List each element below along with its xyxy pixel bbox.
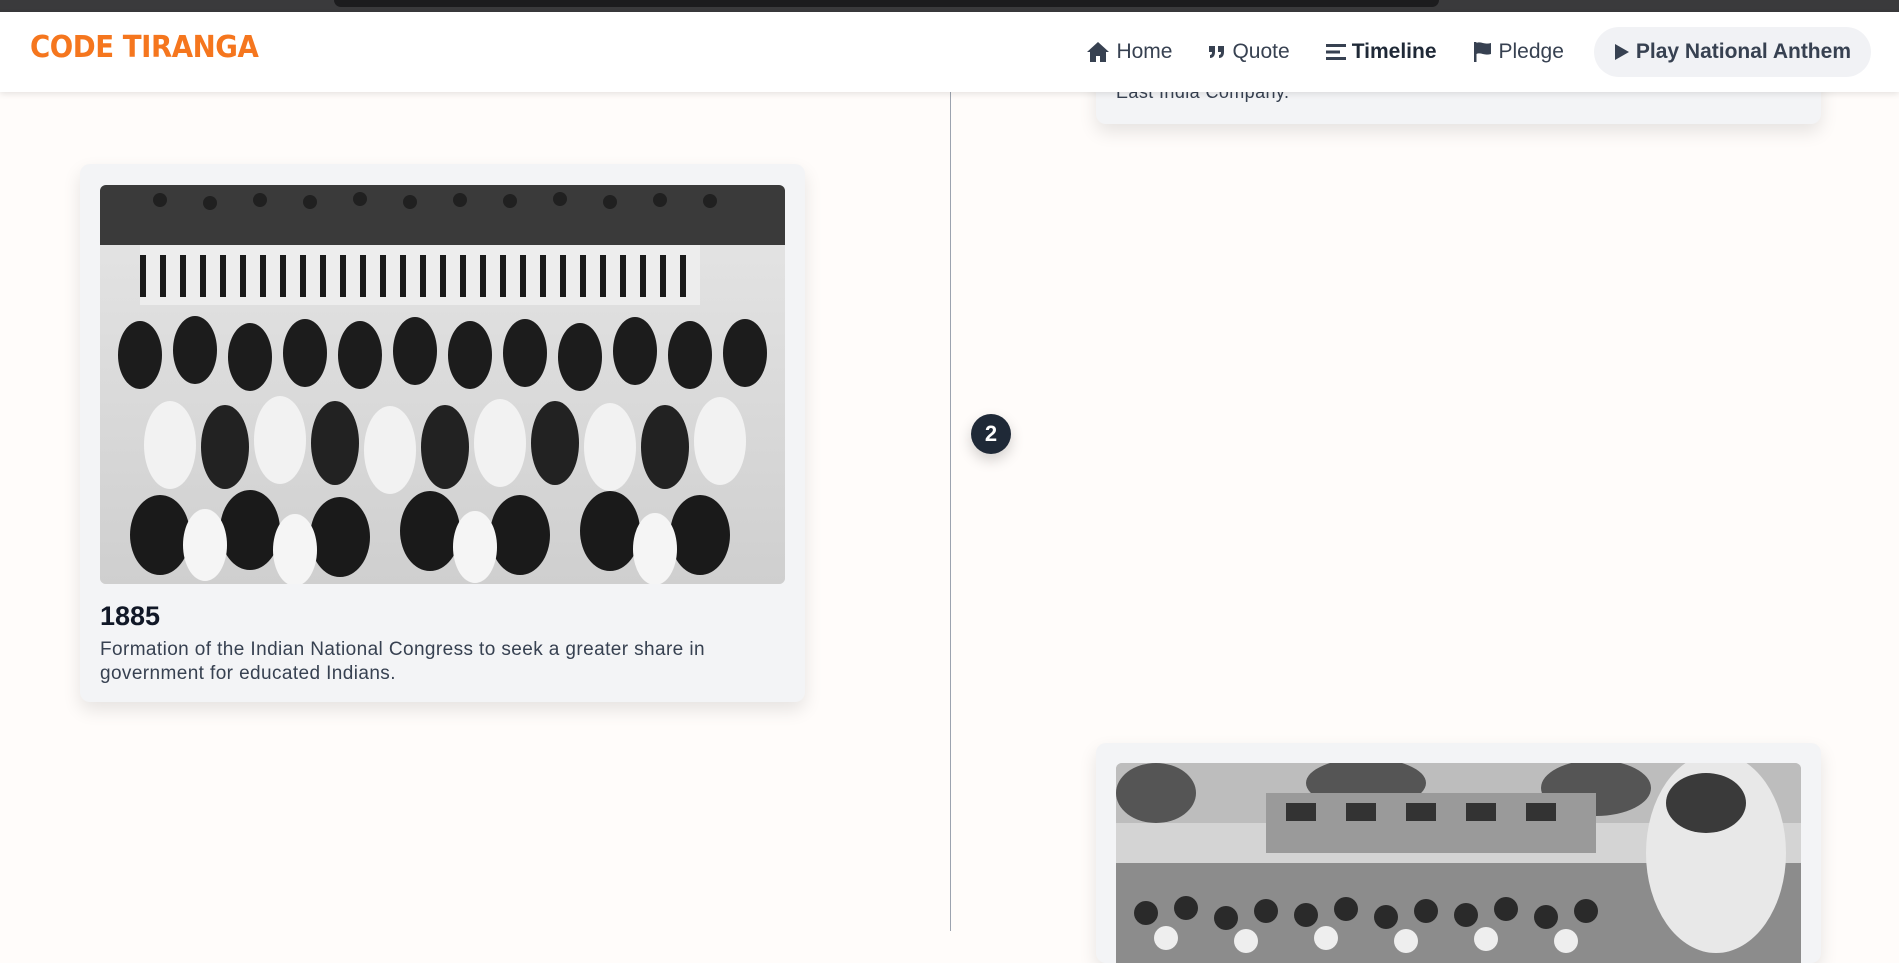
timeline-card-1885: 1885 Formation of the Indian National Co…: [80, 164, 805, 702]
nav-pledge-label: Pledge: [1498, 40, 1564, 63]
play-anthem-button[interactable]: Play National Anthem: [1593, 27, 1871, 77]
browser-address-bar: [334, 0, 1439, 7]
nav-home[interactable]: Home: [1068, 27, 1190, 77]
nav-quote[interactable]: Quote: [1190, 27, 1307, 77]
timeline-card-3: [1096, 743, 1821, 963]
flag-icon: [1473, 42, 1491, 62]
nav-links: Home Quote Timeline Pledge Play National…: [1068, 27, 1871, 77]
timeline-card-1885-photo: [100, 185, 785, 584]
brand-logo[interactable]: CODE TIRANGA: [30, 30, 259, 65]
timeline-card-1885-year: 1885: [100, 601, 161, 631]
nav-quote-label: Quote: [1232, 40, 1290, 63]
play-anthem-label: Play National Anthem: [1635, 40, 1851, 63]
nav-timeline[interactable]: Timeline: [1308, 27, 1455, 77]
browser-top-strip: [0, 0, 1899, 12]
quote-icon: [1209, 46, 1225, 58]
list-icon: [1325, 44, 1346, 60]
timeline-marker: 2: [971, 414, 1011, 454]
home-icon: [1087, 42, 1110, 62]
navbar: CODE TIRANGA Home Quote Timeline Pledge …: [0, 12, 1899, 92]
timeline-card-3-photo: [1116, 763, 1801, 963]
nav-timeline-label: Timeline: [1351, 40, 1437, 63]
play-icon: [1614, 44, 1629, 60]
nav-home-label: Home: [1116, 40, 1173, 63]
timeline-card-1885-description: Formation of the Indian National Congres…: [100, 639, 705, 684]
nav-pledge[interactable]: Pledge: [1455, 27, 1582, 77]
timeline-line: [950, 92, 951, 931]
